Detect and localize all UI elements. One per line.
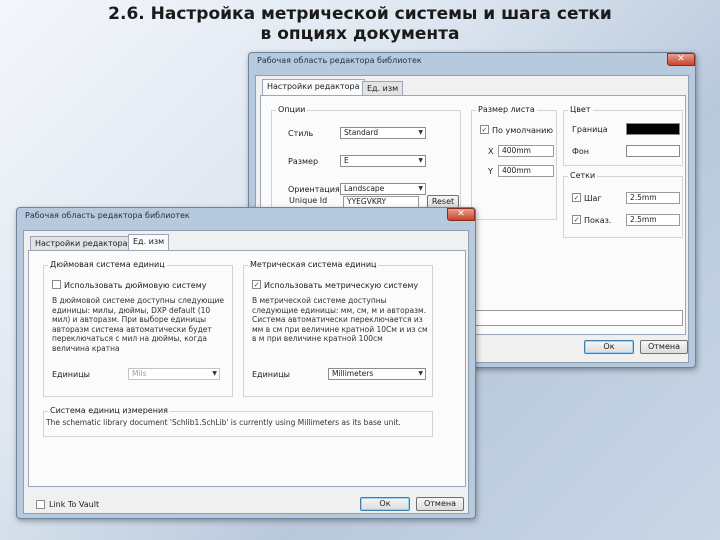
- metric-description: В метрической системе доступны следующие…: [252, 296, 428, 344]
- imperial-units-label: Единицы: [52, 370, 90, 379]
- slide-title-line1: 2.6. Настройка метрической системы и шаг…: [108, 4, 612, 24]
- imperial-group-label: Дюймовая система единиц: [48, 260, 167, 269]
- front-dialog-window: Рабочая область редактора библиотек ✕ На…: [16, 207, 476, 519]
- y-label: Y: [488, 167, 493, 176]
- snap-grid-checkbox[interactable]: ✓: [572, 193, 581, 202]
- metric-units-label: Единицы: [252, 370, 290, 379]
- back-dimensions-group: Размер листа ✓ По умолчанию X 400mm Y 40…: [471, 105, 557, 220]
- unique-id-label: Unique Id: [289, 196, 328, 205]
- x-size-field[interactable]: 400mm: [498, 145, 554, 157]
- imperial-units-select[interactable]: Mils ▼: [128, 368, 220, 380]
- metric-units-value: Millimeters: [332, 369, 374, 378]
- back-tab-editor-settings[interactable]: Настройки редактора: [262, 79, 365, 96]
- back-close-button[interactable]: ✕: [667, 53, 695, 66]
- back-colors-group: Цвет Граница Фон: [563, 105, 683, 166]
- back-options-label: Опции: [276, 105, 308, 114]
- front-ok-button[interactable]: Ок: [360, 497, 410, 511]
- front-dialog-client: Настройки редактора Ед. изм Дюймовая сис…: [23, 230, 469, 514]
- unit-system-group: Система единиц измерения The schematic l…: [43, 406, 433, 437]
- default-size-label: По умолчанию: [492, 126, 554, 135]
- metric-units-select[interactable]: Millimeters ▼: [328, 368, 426, 380]
- orientation-value: Landscape: [344, 184, 385, 193]
- chevron-down-icon: ▼: [418, 370, 423, 377]
- border-color-label: Граница: [572, 125, 608, 134]
- front-dialog-title: Рабочая область редактора библиотек: [25, 211, 190, 220]
- metric-use-label: Использовать метрическую систему: [264, 281, 419, 290]
- back-grids-label: Сетки: [568, 171, 598, 180]
- front-tab-units[interactable]: Ед. изм: [128, 234, 170, 251]
- metric-group-label: Метрическая система единиц: [248, 260, 379, 269]
- style-label: Стиль: [288, 129, 314, 138]
- orientation-label: Ориентация: [288, 185, 340, 194]
- imperial-use-label: Использовать дюймовую систему: [64, 281, 207, 290]
- front-close-button[interactable]: ✕: [447, 208, 475, 221]
- border-color-swatch[interactable]: [626, 123, 680, 135]
- snap-grid-field[interactable]: 2.5mm: [626, 192, 680, 204]
- chevron-down-icon: ▼: [418, 129, 423, 136]
- slide-title-line2: в опциях документа: [260, 24, 460, 44]
- background-color-label: Фон: [572, 147, 590, 156]
- metric-checkbox[interactable]: ✓: [252, 280, 261, 289]
- back-ok-button[interactable]: Ок: [584, 340, 634, 354]
- back-grids-group: Сетки ✓ Шаг 2.5mm ✓ Показ. 2.5mm: [563, 171, 683, 238]
- style-select[interactable]: Standard ▼: [340, 127, 426, 139]
- snap-grid-label: Шаг: [584, 194, 602, 203]
- metric-group: Метрическая система единиц ✓ Использоват…: [243, 260, 433, 397]
- chevron-down-icon: ▼: [418, 185, 423, 192]
- chevron-down-icon: ▼: [212, 370, 217, 377]
- back-text-field[interactable]: [471, 310, 683, 326]
- slide-title: 2.6. Настройка метрической системы и шаг…: [0, 4, 720, 44]
- back-tab-units[interactable]: Ед. изм: [362, 81, 404, 95]
- unit-system-label: Система единиц измерения: [48, 406, 170, 415]
- imperial-group: Дюймовая система единиц Использовать дюй…: [43, 260, 233, 397]
- size-label: Размер: [288, 157, 319, 166]
- front-tab-panel: Дюймовая система единиц Использовать дюй…: [28, 250, 466, 487]
- link-to-vault-checkbox[interactable]: [36, 500, 45, 509]
- style-value: Standard: [344, 128, 379, 137]
- imperial-description: В дюймовой системе доступны следующие ед…: [52, 296, 225, 353]
- back-colors-label: Цвет: [568, 105, 593, 114]
- default-size-checkbox[interactable]: ✓: [480, 125, 489, 134]
- front-tab-editor-settings[interactable]: Настройки редактора: [30, 236, 133, 250]
- chevron-down-icon: ▼: [418, 157, 423, 164]
- visible-grid-checkbox[interactable]: ✓: [572, 215, 581, 224]
- size-select[interactable]: E ▼: [340, 155, 426, 167]
- front-cancel-button[interactable]: Отмена: [416, 497, 464, 511]
- back-dimensions-label: Размер листа: [476, 105, 537, 114]
- imperial-units-value: Mils: [132, 369, 147, 378]
- back-cancel-button[interactable]: Отмена: [640, 340, 688, 354]
- size-value: E: [344, 156, 349, 165]
- y-size-field[interactable]: 400mm: [498, 165, 554, 177]
- x-label: X: [488, 147, 494, 156]
- visible-grid-label: Показ.: [584, 216, 612, 225]
- orientation-select[interactable]: Landscape ▼: [340, 183, 426, 195]
- background-color-swatch[interactable]: [626, 145, 680, 157]
- back-dialog-title: Рабочая область редактора библиотек: [257, 56, 422, 65]
- link-to-vault-label: Link To Vault: [49, 500, 100, 509]
- visible-grid-field[interactable]: 2.5mm: [626, 214, 680, 226]
- imperial-checkbox[interactable]: [52, 280, 61, 289]
- unit-system-text: The schematic library document 'Schlib1.…: [46, 418, 401, 427]
